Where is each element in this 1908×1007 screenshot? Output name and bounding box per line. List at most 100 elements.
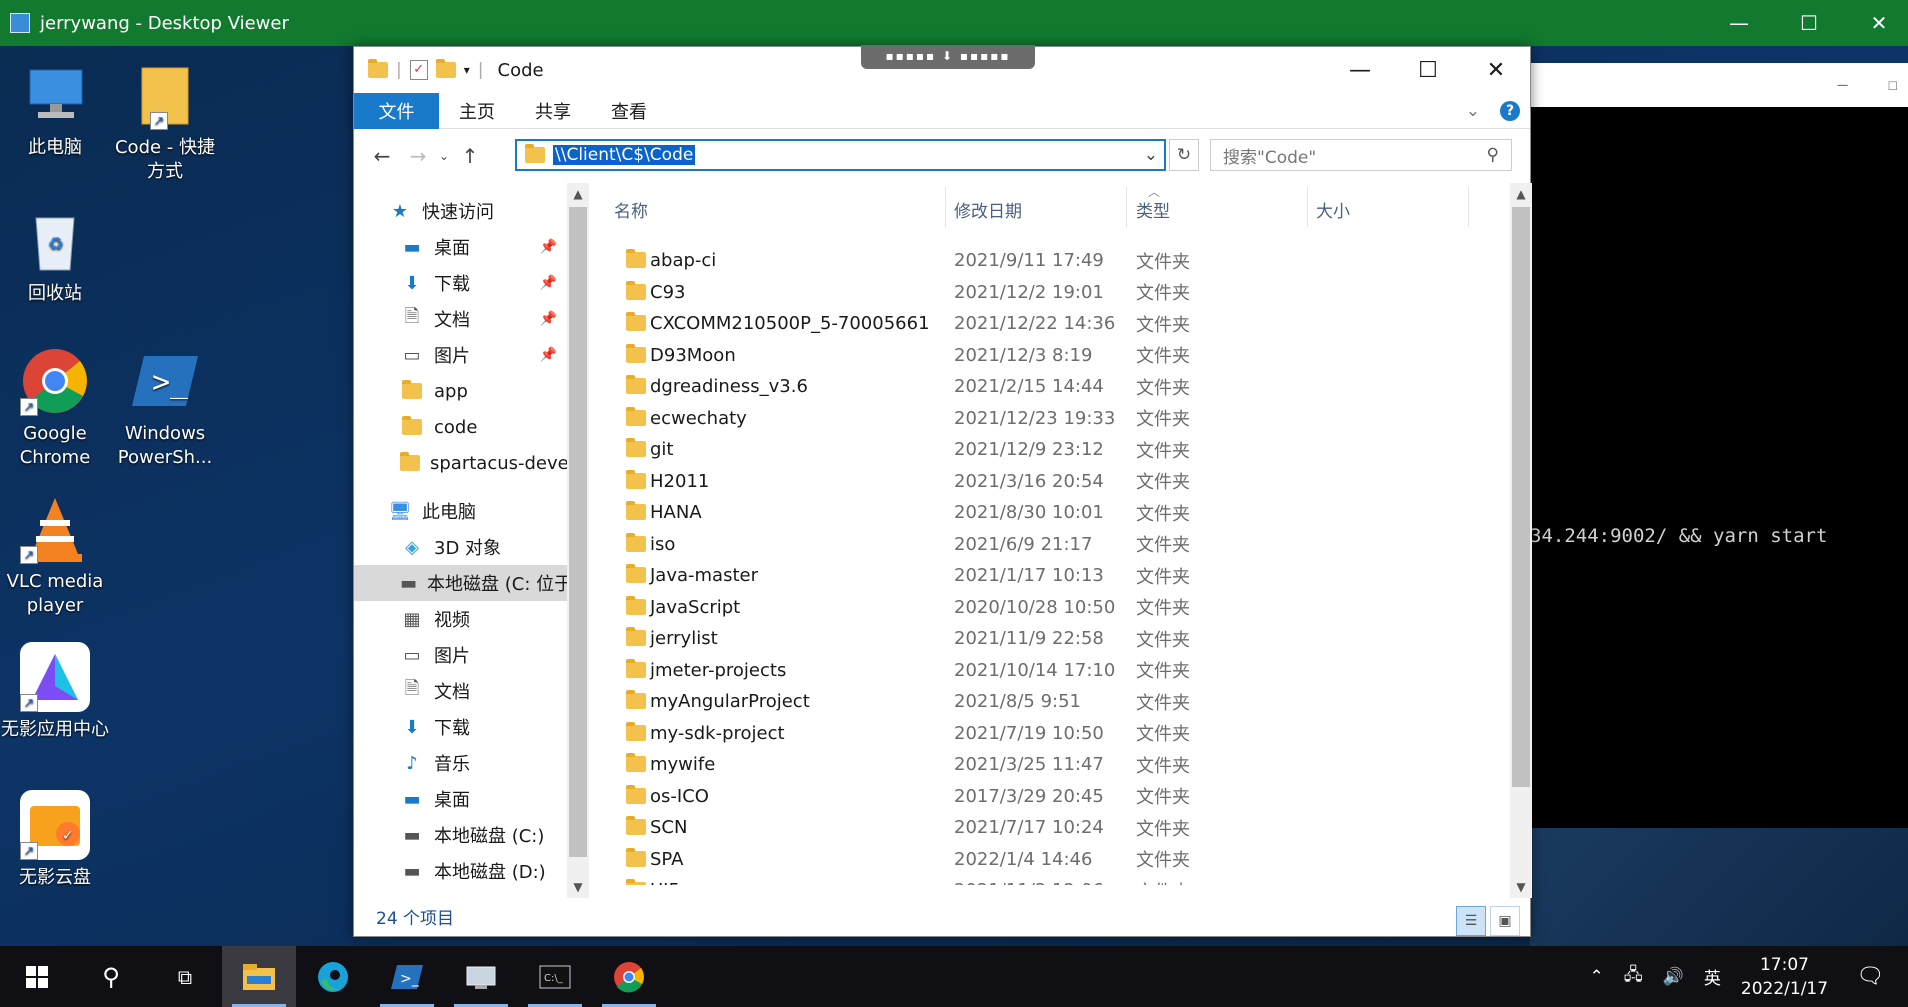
table-row[interactable]: git 2021/12/9 23:12 文件夹	[590, 434, 1470, 466]
taskbar-chrome[interactable]	[592, 946, 666, 1007]
desktop-icon-chrome[interactable]: ↗ Google Chrome	[0, 346, 110, 470]
nav-item-downloads-pc[interactable]: ⬇ 下载	[354, 709, 567, 745]
ime-indicator[interactable]: 英	[1704, 964, 1721, 989]
table-row[interactable]: SCN 2021/7/17 10:24 文件夹	[590, 812, 1470, 844]
table-row[interactable]: SPA 2022/1/4 14:46 文件夹	[590, 844, 1470, 876]
scrollbar-thumb[interactable]	[569, 207, 587, 857]
help-icon[interactable]: ?	[1500, 100, 1520, 121]
nav-item-downloads[interactable]: ⬇ 下载 📌	[354, 265, 567, 301]
forward-button[interactable]: →	[400, 144, 436, 168]
table-row[interactable]: HANA 2021/8/30 10:01 文件夹	[590, 497, 1470, 529]
nav-item-network-drive-c[interactable]: ▬ 本地磁盘 (C: 位于	[354, 565, 567, 601]
viewer-maximize-button[interactable]: ☐	[1774, 0, 1844, 46]
taskbar-remote-desktop[interactable]	[444, 946, 518, 1007]
close-button[interactable]: ✕	[1462, 47, 1530, 93]
taskbar-powershell[interactable]: >_	[370, 946, 444, 1007]
file-explorer-window[interactable]: ▪▪▪▪▪ ⬇ ▪▪▪▪▪ | ✓ ▾ | Code — ☐ ✕ 文件 主页 共…	[353, 45, 1532, 937]
table-row[interactable]: iso 2021/6/9 21:17 文件夹	[590, 529, 1470, 561]
terminal-window[interactable]: — ☐ 34.244:9002/ && yarn start	[1530, 63, 1908, 833]
refresh-button[interactable]: ↻	[1169, 139, 1199, 171]
table-row[interactable]: CXCOMM210500P_5-70005661 2021/12/22 14:36…	[590, 308, 1470, 340]
table-row[interactable]: jerrylist 2021/11/9 22:58 文件夹	[590, 623, 1470, 655]
maximize-button[interactable]: ☐	[1394, 47, 1462, 93]
desktop-icon-this-pc[interactable]: 此电脑	[0, 60, 110, 160]
taskbar-terminal[interactable]: C:\_	[518, 946, 592, 1007]
desktop-icon-app-center[interactable]: ↗ 无影应用中心	[0, 642, 110, 742]
column-header-type[interactable]: 类型	[1136, 183, 1170, 235]
viewer-minimize-button[interactable]: —	[1704, 0, 1774, 46]
tab-view[interactable]: 查看	[591, 93, 667, 129]
table-row[interactable]: UI5 2021/11/3 12:06 文件夹	[590, 875, 1470, 885]
minimize-button[interactable]: —	[1326, 47, 1394, 93]
nav-item-app[interactable]: app	[354, 373, 567, 409]
table-row[interactable]: H2011 2021/3/16 20:54 文件夹	[590, 466, 1470, 498]
column-header-name[interactable]: 名称	[614, 183, 648, 235]
tab-home[interactable]: 主页	[439, 93, 515, 129]
search-input[interactable]: 搜索"Code" ⚲	[1210, 139, 1512, 171]
table-row[interactable]: my-sdk-project 2021/7/19 10:50 文件夹	[590, 718, 1470, 750]
table-row[interactable]: JavaScript 2020/10/28 10:50 文件夹	[590, 592, 1470, 624]
table-row[interactable]: mywife 2021/3/25 11:47 文件夹	[590, 749, 1470, 781]
nav-item-documents-pc[interactable]: 🗎 文档	[354, 673, 567, 709]
table-row[interactable]: C93 2021/12/2 19:01 文件夹	[590, 277, 1470, 309]
address-text[interactable]: \\Client\C$\Code	[553, 145, 696, 165]
tab-file[interactable]: 文件	[354, 92, 439, 129]
desktop-icon-code-shortcut[interactable]: ↗ Code - 快捷方式	[110, 60, 220, 184]
desktop-icon-vlc[interactable]: ↗ VLC media player	[0, 494, 110, 618]
table-row[interactable]: D93Moon 2021/12/3 8:19 文件夹	[590, 340, 1470, 372]
taskbar-file-explorer[interactable]	[222, 946, 296, 1007]
clock[interactable]: 17:07 2022/1/17	[1741, 953, 1828, 1001]
nav-item-videos[interactable]: ▦ 视频	[354, 601, 567, 637]
properties-icon[interactable]: ✓	[409, 60, 428, 80]
nav-item-code[interactable]: code	[354, 409, 567, 445]
nav-item-local-disk-d[interactable]: ▬ 本地磁盘 (D:)	[354, 853, 567, 889]
taskbar-edge[interactable]	[296, 946, 370, 1007]
nav-item-music[interactable]: ♪ 音乐	[354, 745, 567, 781]
nav-this-pc[interactable]: 🖥 此电脑	[354, 493, 567, 529]
details-view-button[interactable]: ☰	[1456, 906, 1486, 936]
nav-item-spartacus[interactable]: spartacus-deve	[354, 445, 567, 481]
column-header-size[interactable]: 大小	[1316, 183, 1350, 235]
terminal-minimize-button[interactable]: —	[1838, 75, 1848, 95]
customize-toolbar-icon[interactable]: ▾	[464, 63, 470, 77]
table-row[interactable]: jmeter-projects 2021/10/14 17:10 文件夹	[590, 655, 1470, 687]
large-icons-view-button[interactable]: ▣	[1490, 906, 1520, 936]
address-dropdown-icon[interactable]: ⌄	[1144, 145, 1158, 165]
recent-locations-button[interactable]: ⌄	[436, 149, 452, 163]
scrollbar-thumb[interactable]	[1512, 207, 1530, 787]
expand-ribbon-icon[interactable]: ⌄	[1466, 101, 1480, 121]
scroll-up-icon[interactable]: ▲	[567, 187, 589, 201]
column-header-date[interactable]: 修改日期	[954, 183, 1022, 235]
nav-item-pictures[interactable]: ▭ 图片 📌	[354, 337, 567, 373]
table-row[interactable]: ecwechaty 2021/12/23 19:33 文件夹	[590, 403, 1470, 435]
start-button[interactable]	[0, 946, 74, 1007]
nav-item-local-disk-c[interactable]: ▬ 本地磁盘 (C:)	[354, 817, 567, 853]
back-button[interactable]: ←	[364, 144, 400, 168]
table-row[interactable]: abap-ci 2021/9/11 17:49 文件夹	[590, 245, 1470, 277]
table-row[interactable]: os-ICO 2017/3/29 20:45 文件夹	[590, 781, 1470, 813]
table-row[interactable]: dgreadiness_v3.6 2021/2/15 14:44 文件夹	[590, 371, 1470, 403]
new-folder-icon[interactable]	[435, 59, 456, 78]
nav-item-desktop[interactable]: ▬ 桌面 📌	[354, 229, 567, 265]
nav-quick-access[interactable]: ★ 快速访问	[354, 193, 567, 229]
notification-icon[interactable]: 🗨	[1856, 964, 1884, 989]
table-row[interactable]: myAngularProject 2021/8/5 9:51 文件夹	[590, 686, 1470, 718]
tab-share[interactable]: 共享	[515, 93, 591, 129]
terminal-maximize-button[interactable]: ☐	[1888, 75, 1898, 95]
chevron-up-icon[interactable]: ⌃	[1590, 967, 1604, 987]
volume-icon[interactable]: 🔊	[1663, 967, 1684, 987]
nav-item-documents[interactable]: 🗎 文档 📌	[354, 301, 567, 337]
nav-item-3d-objects[interactable]: ◈ 3D 对象	[354, 529, 567, 565]
table-row[interactable]: Java-master 2021/1/17 10:13 文件夹	[590, 560, 1470, 592]
file-list-scrollbar[interactable]: ▲ ▼	[1510, 183, 1532, 898]
network-icon[interactable]: 🖧	[1624, 962, 1643, 991]
address-bar[interactable]: \\Client\C$\Code ⌄	[515, 139, 1166, 171]
viewer-close-button[interactable]: ✕	[1844, 0, 1908, 46]
desktop-icon-cloud-disk[interactable]: ✓ ↗ 无影云盘	[0, 790, 110, 890]
task-view-button[interactable]: ⧉	[148, 946, 222, 1007]
scroll-up-icon[interactable]: ▲	[1510, 187, 1532, 201]
nav-item-pictures-pc[interactable]: ▭ 图片	[354, 637, 567, 673]
up-button[interactable]: ↑	[452, 144, 488, 168]
scroll-down-icon[interactable]: ▼	[1510, 880, 1532, 894]
scroll-down-icon[interactable]: ▼	[567, 880, 589, 894]
